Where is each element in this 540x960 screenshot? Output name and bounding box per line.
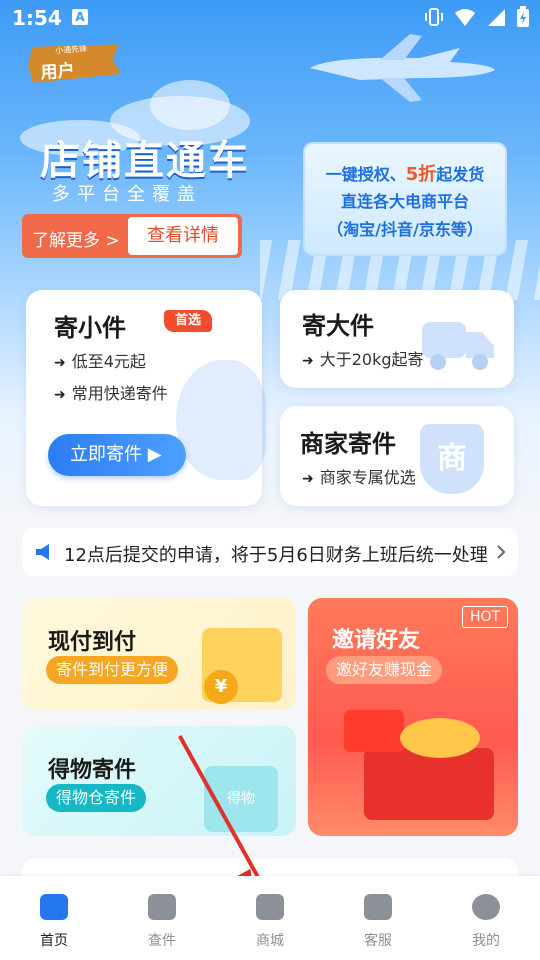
tab-service-label: 客服 <box>364 933 392 949</box>
tab-profile-label: 我的 <box>472 933 500 949</box>
dewu-tile[interactable]: 得物寄件 得物仓寄件 得物 <box>22 726 296 836</box>
send-now-button[interactable]: 立即寄件 ▶ <box>48 434 186 476</box>
notification-a-icon: A <box>72 9 88 25</box>
hero-subtitle: 多平台全覆盖 <box>52 184 202 205</box>
send-large-line: ➜ 大于20kg起寄 <box>302 346 424 370</box>
send-small-line-1: ➜ 低至4元起 <box>54 348 146 372</box>
shop-icon <box>256 894 284 920</box>
invite-title: 邀请好友 <box>332 628 421 653</box>
view-details-button[interactable]: 查看详情 <box>128 217 238 255</box>
yuan-icon: ¥ <box>204 670 238 704</box>
chat-icon <box>364 894 392 920</box>
preferred-tag: 首选 <box>164 310 212 332</box>
bottom-tab-bar: 首页 查件 商城 客服 我的 <box>0 876 540 960</box>
signal-icon <box>488 9 505 26</box>
chevron-right-icon <box>497 545 506 559</box>
invite-tile[interactable]: HOT 邀请好友 邀好友赚现金 <box>308 598 518 836</box>
track-icon <box>148 894 176 920</box>
tab-profile[interactable]: 我的 <box>446 894 526 950</box>
shield-icon: 商 <box>420 424 484 494</box>
red-envelope-graphic <box>344 710 404 752</box>
cod-pill: 寄件到付更方便 <box>46 656 179 684</box>
send-small-line-2: ➜ 常用快递寄件 <box>54 380 168 404</box>
merchant-send-line: ➜ 商家专属优选 <box>302 464 416 488</box>
hero-title: 店铺直通车 <box>40 138 250 184</box>
dewu-pill: 得物仓寄件 <box>46 784 147 812</box>
plane-small-icon: ➜ <box>302 471 314 487</box>
cod-title: 现付到付 <box>48 630 137 655</box>
wifi-icon <box>455 9 475 26</box>
megaphone-icon <box>36 544 49 560</box>
hot-badge: HOT <box>462 606 508 628</box>
send-small-line-2-text: 常用快递寄件 <box>71 384 168 403</box>
vibrate-icon <box>425 8 443 26</box>
promo-card[interactable]: 一键授权、5折起发货 直连各大电商平台 （淘宝/抖音/京东等） <box>303 142 507 256</box>
invite-pill: 邀好友赚现金 <box>326 656 443 684</box>
dewu-title: 得物寄件 <box>48 758 137 783</box>
promo-line-1: 一键授权、5折起发货 <box>305 160 505 186</box>
send-large-card[interactable]: 寄大件 ➜ 大于20kg起寄 <box>280 290 514 388</box>
home-icon <box>40 894 68 920</box>
gold-coins-graphic <box>400 718 480 758</box>
send-large-line-text: 大于20kg起寄 <box>319 350 424 369</box>
tab-shop-label: 商城 <box>256 933 284 949</box>
merchant-send-line-text: 商家专属优选 <box>319 468 416 487</box>
gift-box-graphic <box>364 748 494 820</box>
notice-text: 12点后提交的申请，将于5月6日财务上班后统一处理 <box>64 545 488 566</box>
learn-more-link[interactable]: 了解更多 > <box>32 226 120 251</box>
send-small-title: 寄小件 <box>54 314 126 342</box>
tab-track[interactable]: 查件 <box>122 894 202 950</box>
status-time: 1:54 <box>12 6 62 30</box>
tab-track-label: 查件 <box>148 933 176 949</box>
send-large-title: 寄大件 <box>302 312 374 340</box>
tab-home[interactable]: 首页 <box>14 894 94 950</box>
truck-icon <box>422 322 494 370</box>
notice-bar[interactable]: 12点后提交的申请，将于5月6日财务上班后统一处理 <box>22 528 518 576</box>
send-small-card[interactable]: 寄小件 首选 ➜ 低至4元起 ➜ 常用快递寄件 立即寄件 ▶ <box>26 290 266 506</box>
rocket-graphic <box>176 360 266 480</box>
merchant-send-card[interactable]: 商 商家寄件 ➜ 商家专属优选 <box>280 406 514 506</box>
hero-cta-group: 了解更多 > 查看详情 <box>22 214 242 258</box>
plane-small-icon: ➜ <box>54 387 66 403</box>
send-small-line-1-text: 低至4元起 <box>71 352 146 371</box>
tab-service[interactable]: 客服 <box>338 894 418 950</box>
airplane-icon <box>310 34 495 102</box>
merchant-send-title: 商家寄件 <box>300 430 396 458</box>
plane-small-icon: ➜ <box>54 355 66 371</box>
battery-icon <box>517 6 529 27</box>
promo-discount: 5折 <box>405 164 437 185</box>
status-bar: 1:54 A <box>0 0 540 36</box>
status-icons <box>424 6 530 28</box>
tab-home-label: 首页 <box>40 933 68 949</box>
tab-shop[interactable]: 商城 <box>230 894 310 950</box>
promo-line-1-post: 起发货 <box>436 165 485 184</box>
profile-icon <box>472 894 500 920</box>
promo-line-1-pre: 一键授权、 <box>325 165 406 184</box>
promo-line-3: （淘宝/抖音/京东等） <box>327 220 483 239</box>
promo-line-2: 直连各大电商平台 <box>340 192 469 211</box>
cod-tile[interactable]: 现付到付 寄件到付更方便 ¥ <box>22 598 296 710</box>
plane-small-icon: ➜ <box>302 353 314 369</box>
